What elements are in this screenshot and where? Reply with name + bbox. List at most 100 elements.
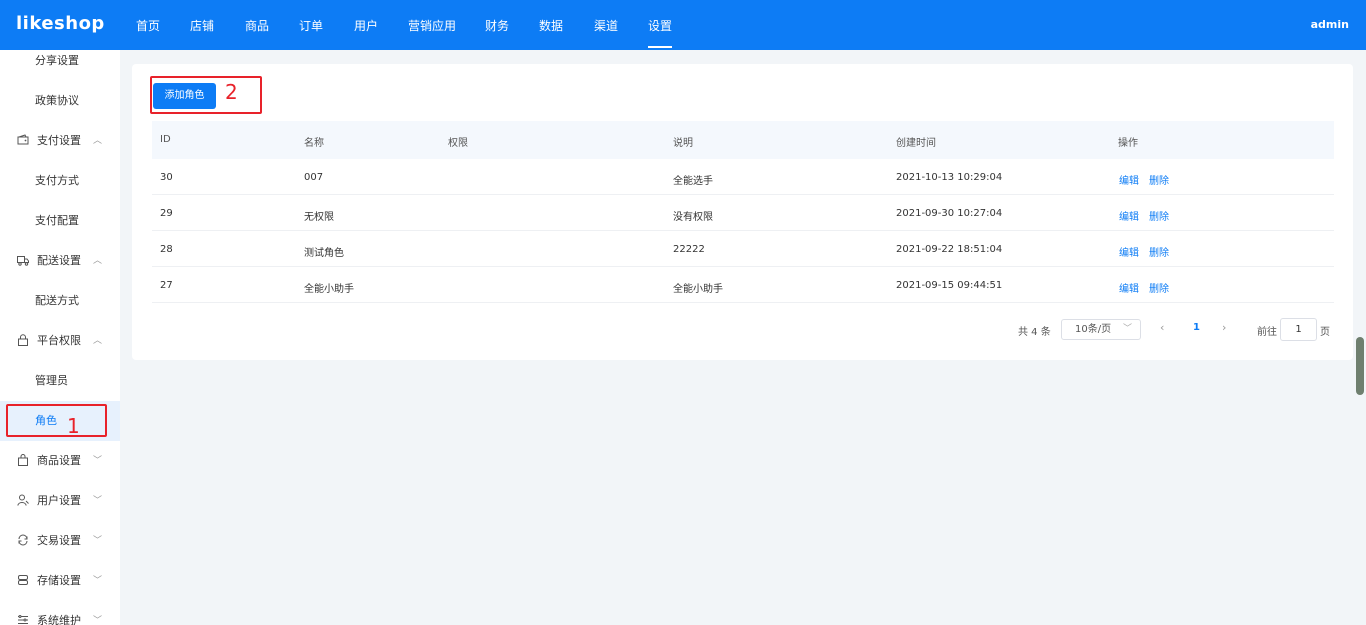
sidebar-group-label: 支付设置	[37, 134, 81, 147]
truck-icon	[17, 256, 29, 266]
column-name: 名称	[304, 138, 324, 149]
list-icon	[18, 615, 28, 624]
cell-created-time: 2021-09-30 10:27:04	[896, 208, 1003, 219]
sidebar-group-system[interactable]: 系统维护 ﹀	[0, 601, 120, 625]
chevron-up-icon: ︿	[93, 136, 103, 146]
sidebar-item-delivery-method[interactable]: 配送方式	[0, 281, 120, 321]
column-created-time: 创建时间	[896, 138, 936, 149]
chevron-down-icon: ﹀	[1122, 324, 1132, 334]
table-row: 30 007 全能选手 2021-10-13 10:29:04 编辑 删除	[152, 159, 1334, 195]
chevron-down-icon: ﹀	[93, 576, 103, 586]
wallet-icon	[17, 134, 29, 145]
nav-home[interactable]: 首页	[136, 17, 160, 34]
sidebar-group-goods[interactable]: 商品设置 ﹀	[0, 441, 120, 481]
prev-page-button[interactable]: ‹	[1160, 321, 1164, 334]
nav-users[interactable]: 用户	[354, 17, 378, 34]
sidebar-group-label: 平台权限	[37, 334, 81, 347]
cell-name: 无权限	[304, 212, 334, 223]
nav-finance[interactable]: 财务	[485, 17, 509, 34]
table-row: 27 全能小助手 全能小助手 2021-09-15 09:44:51 编辑 删除	[152, 267, 1334, 303]
sidebar-group-label: 系统维护	[37, 614, 81, 625]
delete-link[interactable]: 删除	[1149, 208, 1169, 223]
user-menu[interactable]: admin	[1311, 18, 1349, 31]
goto-page-input[interactable]: 1	[1280, 318, 1317, 341]
edit-link[interactable]: 编辑	[1119, 208, 1139, 223]
cell-id: 29	[160, 208, 173, 219]
nav-goods[interactable]: 商品	[245, 17, 269, 34]
nav-marketing[interactable]: 营销应用	[408, 17, 456, 34]
sidebar-item-role[interactable]: 角色	[0, 401, 120, 441]
nav-active-indicator	[648, 46, 672, 48]
cell-name: 测试角色	[304, 248, 344, 259]
sidebar-item-policy[interactable]: 政策协议	[0, 81, 120, 121]
cell-description: 22222	[673, 244, 705, 255]
page-number-current[interactable]: 1	[1193, 322, 1200, 333]
sidebar-item-admin[interactable]: 管理员	[0, 361, 120, 401]
page-size-select[interactable]: 10条/页 ﹀	[1061, 319, 1141, 340]
delete-link[interactable]: 删除	[1149, 172, 1169, 187]
table-header: ID 名称 权限 说明 创建时间 操作	[152, 121, 1334, 159]
sidebar-group-delivery[interactable]: 配送设置 ︿	[0, 241, 120, 281]
sidebar-group-pay[interactable]: 支付设置 ︿	[0, 121, 120, 161]
table-row: 29 无权限 没有权限 2021-09-30 10:27:04 编辑 删除	[152, 195, 1334, 231]
chevron-up-icon: ︿	[93, 336, 103, 346]
cell-id: 28	[160, 244, 173, 255]
sidebar-item-pay-method[interactable]: 支付方式	[0, 161, 120, 201]
lock-icon	[18, 334, 28, 346]
cell-description: 全能小助手	[673, 284, 723, 295]
delete-link[interactable]: 删除	[1149, 280, 1169, 295]
column-description: 说明	[673, 138, 693, 149]
table-row: 28 测试角色 22222 2021-09-22 18:51:04 编辑 删除	[152, 231, 1334, 267]
sidebar-group-trade[interactable]: 交易设置 ﹀	[0, 521, 120, 561]
delete-link[interactable]: 删除	[1149, 244, 1169, 259]
next-page-button[interactable]: ›	[1222, 321, 1226, 334]
top-navbar: likeshop 首页 店铺 商品 订单 用户 营销应用 财务 数据 渠道 设置…	[0, 0, 1366, 50]
user-icon	[17, 494, 29, 506]
cell-description: 全能选手	[673, 176, 713, 187]
sidebar-item-share[interactable]: 分享设置	[0, 50, 120, 81]
cell-id: 30	[160, 172, 173, 183]
bag-icon	[18, 454, 28, 466]
edit-link[interactable]: 编辑	[1119, 172, 1139, 187]
cell-created-time: 2021-09-15 09:44:51	[896, 280, 1003, 291]
sidebar: 分享设置 政策协议 支付设置 ︿ 支付方式 支付配置 配送设置 ︿ 配送方式 平…	[0, 50, 120, 625]
nav-channels[interactable]: 渠道	[594, 17, 618, 34]
nav-data[interactable]: 数据	[539, 17, 563, 34]
chevron-down-icon: ﹀	[93, 536, 103, 546]
storage-icon	[18, 575, 28, 585]
role-list-card: 添加角色 ID 名称 权限 说明 创建时间 操作 30 007 全能选手 202…	[132, 64, 1353, 360]
chevron-down-icon: ﹀	[93, 616, 103, 625]
chevron-down-icon: ﹀	[93, 496, 103, 506]
sidebar-group-label: 配送设置	[37, 254, 81, 267]
sidebar-group-user[interactable]: 用户设置 ﹀	[0, 481, 120, 521]
edit-link[interactable]: 编辑	[1119, 280, 1139, 295]
column-actions: 操作	[1118, 138, 1138, 149]
cell-id: 27	[160, 280, 173, 291]
cell-created-time: 2021-10-13 10:29:04	[896, 172, 1003, 183]
sidebar-group-storage[interactable]: 存储设置 ﹀	[0, 561, 120, 601]
cell-description: 没有权限	[673, 212, 713, 223]
edit-link[interactable]: 编辑	[1119, 244, 1139, 259]
chevron-up-icon: ︿	[93, 256, 103, 266]
sidebar-group-permission[interactable]: 平台权限 ︿	[0, 321, 120, 361]
cell-created-time: 2021-09-22 18:51:04	[896, 244, 1003, 255]
add-role-button[interactable]: 添加角色	[153, 83, 216, 109]
sidebar-item-pay-config[interactable]: 支付配置	[0, 201, 120, 241]
cell-name: 007	[304, 172, 324, 183]
sidebar-group-label: 交易设置	[37, 534, 81, 547]
sidebar-group-label: 商品设置	[37, 454, 81, 467]
scrollbar-thumb[interactable]	[1356, 337, 1364, 395]
column-permission: 权限	[448, 138, 468, 149]
page-size-value: 10条/页	[1075, 324, 1112, 335]
nav-settings[interactable]: 设置	[648, 17, 672, 34]
nav-orders[interactable]: 订单	[299, 17, 323, 34]
page-unit-label: 页	[1320, 327, 1330, 338]
sidebar-group-label: 存储设置	[37, 574, 81, 587]
exchange-icon	[18, 534, 28, 546]
pagination-total: 共 4 条	[1018, 327, 1051, 338]
chevron-down-icon: ﹀	[93, 456, 103, 466]
nav-store[interactable]: 店铺	[190, 17, 214, 34]
logo[interactable]: likeshop	[16, 13, 105, 34]
sidebar-group-label: 用户设置	[37, 494, 81, 507]
goto-label: 前往	[1257, 327, 1277, 338]
